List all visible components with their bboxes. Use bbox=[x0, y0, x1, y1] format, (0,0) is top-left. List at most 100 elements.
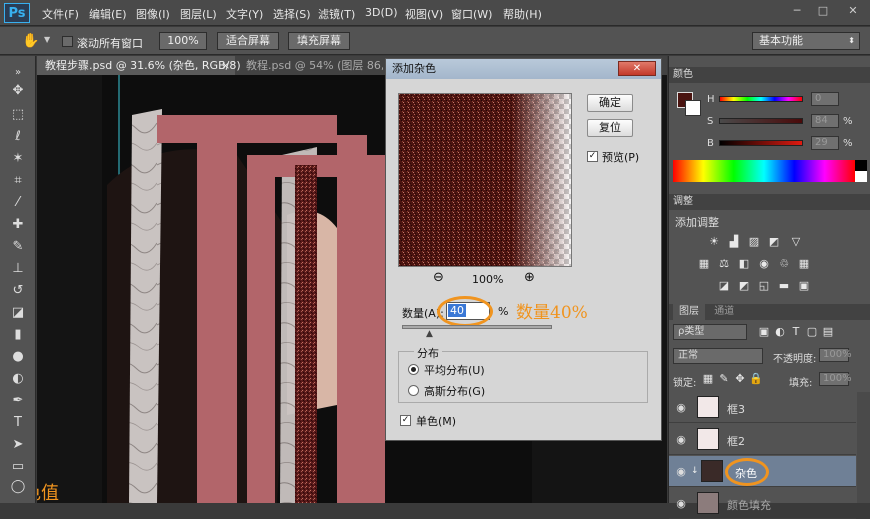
dodge-tool-icon[interactable]: ◐ bbox=[8, 370, 28, 388]
minimize-icon[interactable]: ─ bbox=[790, 4, 804, 18]
layer-row-color-fill[interactable]: ◉ 颜色填充 bbox=[669, 488, 856, 519]
fill-value[interactable]: 100% bbox=[819, 372, 852, 386]
eyedropper-icon[interactable]: ⁄ bbox=[8, 194, 28, 212]
shape-tool-icon[interactable]: ▭ bbox=[8, 458, 28, 476]
filter-preview[interactable] bbox=[398, 93, 572, 267]
layer-kind-filter[interactable]: ρ类型 bbox=[673, 324, 747, 340]
gradient-map-icon[interactable]: ▬ bbox=[777, 280, 791, 292]
h-value[interactable]: 0 bbox=[811, 92, 839, 106]
lock-position-icon[interactable]: ✥ bbox=[733, 373, 747, 385]
curves-icon[interactable]: ▨ bbox=[747, 236, 761, 248]
magic-wand-icon[interactable]: ✶ bbox=[8, 150, 28, 168]
scroll-all-checkbox[interactable] bbox=[62, 36, 73, 47]
monochromatic-checkbox[interactable]: ✓ bbox=[400, 415, 411, 426]
lock-transparent-icon[interactable]: ▦ bbox=[701, 373, 715, 385]
menu-view[interactable]: 视图(V) bbox=[405, 6, 443, 22]
menu-help[interactable]: 帮助(H) bbox=[503, 6, 542, 22]
workspace-select[interactable]: 基本功能 ⬍ bbox=[752, 32, 860, 50]
filter-shape-icon[interactable]: ▢ bbox=[805, 326, 819, 338]
color-balance-icon[interactable]: ⚖ bbox=[717, 258, 731, 270]
color-lookup-icon[interactable]: ▦ bbox=[797, 258, 811, 270]
close-tab-icon[interactable]: × bbox=[221, 56, 230, 75]
background-swatch[interactable] bbox=[685, 100, 701, 116]
fill-screen-button[interactable]: 填充屏幕 bbox=[288, 32, 350, 50]
marquee-tool-icon[interactable]: ⬚ bbox=[8, 106, 28, 124]
menu-window[interactable]: 窗口(W) bbox=[451, 6, 492, 22]
exposure-icon[interactable]: ◩ bbox=[767, 236, 781, 248]
close-icon[interactable]: ✕ bbox=[846, 4, 860, 18]
lock-all-icon[interactable]: 🔒 bbox=[749, 373, 763, 385]
gradient-tool-icon[interactable]: ▮ bbox=[8, 326, 28, 344]
doc-tab-active[interactable]: 教程步骤.psd @ 31.6% (杂色, RGB/8) × bbox=[37, 56, 241, 75]
ok-button[interactable]: 确定 bbox=[587, 94, 633, 112]
menu-3d[interactable]: 3D(D) bbox=[365, 6, 398, 19]
zoom-out-icon[interactable]: ⊖ bbox=[433, 270, 444, 285]
zoom-in-icon[interactable]: ⊕ bbox=[524, 270, 535, 285]
filter-pixel-icon[interactable]: ▣ bbox=[757, 326, 771, 338]
pen-tool-icon[interactable]: ✒ bbox=[8, 392, 28, 410]
layers-scrollbar[interactable] bbox=[857, 392, 870, 503]
selective-color-icon[interactable]: ▣ bbox=[797, 280, 811, 292]
doc-tab-inactive[interactable]: 教程.psd @ 54% (图层 86, RG bbox=[238, 56, 383, 75]
history-brush-icon[interactable]: ↺ bbox=[8, 282, 28, 300]
visibility-eye-icon[interactable]: ◉ bbox=[674, 465, 688, 478]
hue-slider[interactable] bbox=[719, 96, 803, 102]
layer-row-frame2[interactable]: ◉ 框2 bbox=[669, 424, 856, 455]
filter-type-icon[interactable]: T bbox=[789, 326, 803, 338]
path-selection-icon[interactable]: ➤ bbox=[8, 436, 28, 454]
brightness-slider[interactable] bbox=[719, 140, 803, 146]
reset-button[interactable]: 复位 bbox=[587, 119, 633, 137]
layer-row-noise-selected[interactable]: ◉ ↓ 杂色 bbox=[669, 456, 856, 487]
fit-screen-button[interactable]: 适合屏幕 bbox=[217, 32, 279, 50]
spectrum-white[interactable] bbox=[855, 171, 867, 182]
filter-smart-icon[interactable]: ▤ bbox=[821, 326, 835, 338]
zoom-100-button[interactable]: 100% bbox=[159, 32, 207, 50]
posterize-icon[interactable]: ◩ bbox=[737, 280, 751, 292]
preview-checkbox[interactable]: ✓ bbox=[587, 151, 598, 162]
collapse-icon[interactable]: » bbox=[8, 64, 28, 82]
type-tool-icon[interactable]: T bbox=[8, 414, 28, 432]
menu-type[interactable]: 文字(Y) bbox=[226, 6, 263, 22]
visibility-eye-icon[interactable]: ◉ bbox=[674, 497, 688, 510]
vibrance-icon[interactable]: ▽ bbox=[789, 236, 803, 248]
s-value[interactable]: 84 bbox=[811, 114, 839, 128]
gaussian-radio[interactable] bbox=[408, 385, 419, 396]
levels-icon[interactable]: ▟ bbox=[727, 236, 741, 248]
brightness-icon[interactable]: ☀ bbox=[707, 236, 721, 248]
healing-brush-icon[interactable]: ✚ bbox=[8, 216, 28, 234]
threshold-icon[interactable]: ◱ bbox=[757, 280, 771, 292]
hand-tool-icon[interactable]: ✋ bbox=[22, 33, 39, 49]
visibility-eye-icon[interactable]: ◉ bbox=[674, 433, 688, 446]
menu-image[interactable]: 图像(I) bbox=[136, 6, 170, 22]
blur-tool-icon[interactable]: ● bbox=[8, 348, 28, 366]
channel-mixer-icon[interactable]: ♲ bbox=[777, 258, 791, 270]
menu-edit[interactable]: 编辑(E) bbox=[89, 6, 127, 22]
tab-channels[interactable]: 通道 bbox=[708, 306, 740, 317]
filter-adjust-icon[interactable]: ◐ bbox=[773, 326, 787, 338]
amount-slider-handle[interactable]: ▲ bbox=[426, 329, 433, 339]
black-white-icon[interactable]: ◧ bbox=[737, 258, 751, 270]
color-spectrum[interactable] bbox=[673, 160, 855, 182]
blend-mode-select[interactable]: 正常 bbox=[673, 348, 763, 364]
zoom-tool-icon[interactable]: ◯ bbox=[8, 478, 28, 496]
move-tool-icon[interactable]: ✥ bbox=[8, 82, 28, 100]
saturation-slider[interactable] bbox=[719, 118, 803, 124]
menu-select[interactable]: 选择(S) bbox=[273, 6, 311, 22]
eraser-tool-icon[interactable]: ◪ bbox=[8, 304, 28, 322]
spectrum-black[interactable] bbox=[855, 160, 867, 171]
hue-sat-icon[interactable]: ▦ bbox=[697, 258, 711, 270]
menu-layer[interactable]: 图层(L) bbox=[180, 6, 217, 22]
b-value[interactable]: 29 bbox=[811, 136, 839, 150]
menu-filter[interactable]: 滤镜(T) bbox=[318, 6, 355, 22]
menu-file[interactable]: 文件(F) bbox=[42, 6, 79, 22]
brush-tool-icon[interactable]: ✎ bbox=[8, 238, 28, 256]
amount-slider[interactable] bbox=[402, 325, 552, 329]
restore-icon[interactable]: □ bbox=[816, 4, 830, 18]
visibility-eye-icon[interactable]: ◉ bbox=[674, 401, 688, 414]
dialog-close-button[interactable]: ✕ bbox=[618, 61, 656, 76]
opacity-value[interactable]: 100% bbox=[819, 348, 852, 362]
invert-icon[interactable]: ◪ bbox=[717, 280, 731, 292]
layer-row-frame3[interactable]: ◉ 框3 bbox=[669, 392, 856, 423]
lock-image-icon[interactable]: ✎ bbox=[717, 373, 731, 385]
tool-preset-dropdown-icon[interactable]: ▼ bbox=[44, 35, 50, 44]
